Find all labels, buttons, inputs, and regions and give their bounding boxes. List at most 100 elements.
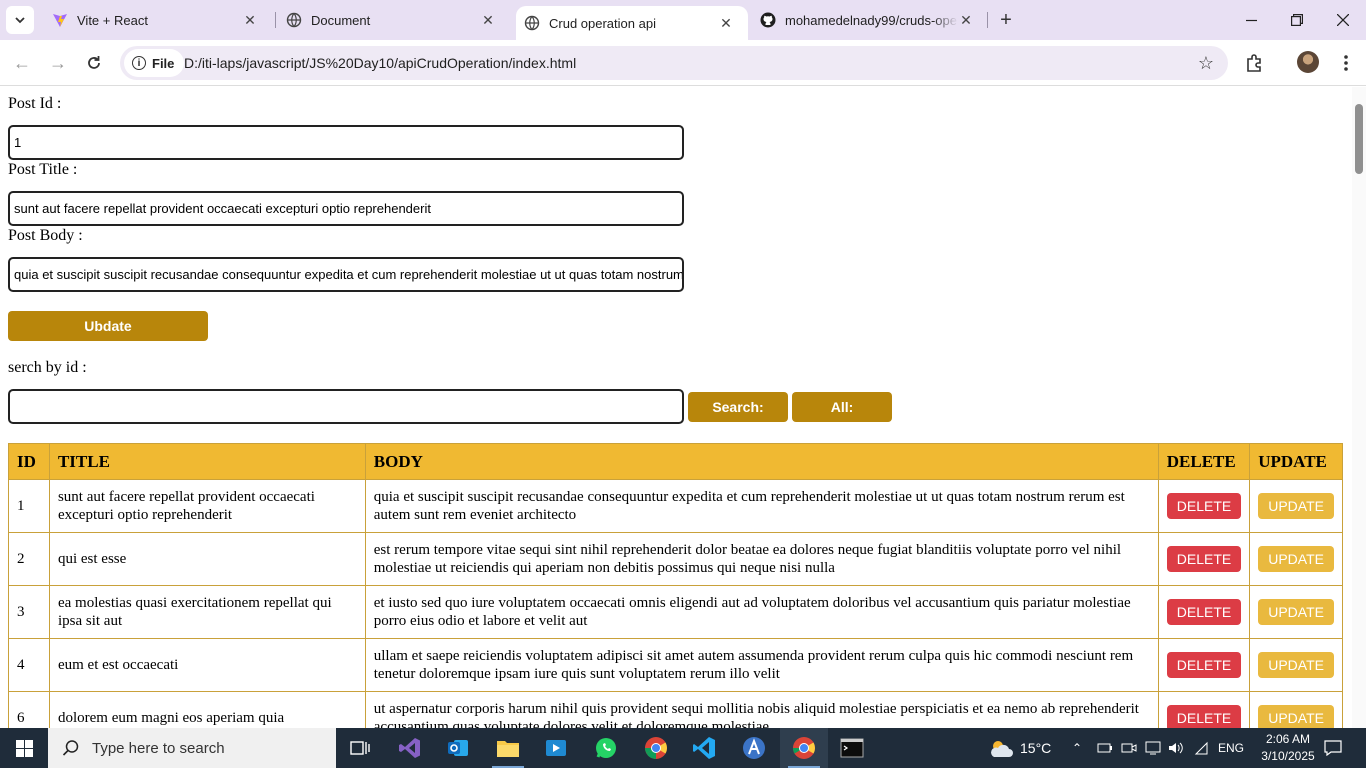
weather-widget[interactable]: 15°C (988, 728, 1051, 768)
close-window-button[interactable] (1320, 0, 1366, 40)
address-bar[interactable]: i File D:/iti-laps/javascript/JS%20Day10… (120, 46, 1228, 80)
update-button[interactable]: UPDATE (1258, 599, 1334, 625)
close-icon[interactable]: ✕ (480, 12, 496, 28)
delete-button[interactable]: DELETE (1166, 705, 1242, 728)
cell-body: quia et suscipit suscipit recusandae con… (364, 479, 1159, 533)
cell-update: UPDATE (1249, 479, 1343, 533)
browser-toolbar: ← → i File D:/iti-laps/javascript/JS%20D… (0, 40, 1366, 86)
close-icon[interactable]: ✕ (958, 12, 974, 28)
taskbar-app-launcher[interactable] (730, 728, 778, 768)
update-button[interactable]: UPDATE (1258, 493, 1334, 519)
weather-cloud-icon (991, 741, 1013, 757)
folder-icon (497, 741, 519, 757)
table-row: 4 eum et est occaecati ullam et saepe re… (8, 638, 1343, 692)
outlook-icon (448, 740, 468, 756)
extensions-button[interactable] (1243, 51, 1267, 75)
search-icon (62, 740, 79, 756)
delete-button[interactable]: DELETE (1166, 546, 1242, 572)
meet-now-icon[interactable] (1121, 728, 1137, 768)
task-view-button[interactable] (336, 728, 384, 768)
update-button[interactable]: UPDATE (1258, 546, 1334, 572)
tab-crud-operation-api[interactable]: Crud operation api ✕ (516, 6, 748, 40)
delete-button[interactable]: DELETE (1166, 599, 1242, 625)
new-tab-button[interactable]: + (994, 8, 1018, 32)
close-icon (1337, 14, 1349, 26)
minimize-button[interactable] (1228, 0, 1274, 40)
header-body: BODY (364, 443, 1159, 480)
taskbar-media-player[interactable] (532, 728, 580, 768)
network-display-icon[interactable] (1145, 728, 1161, 768)
header-id: ID (8, 443, 50, 480)
wifi-icon[interactable] (1194, 728, 1210, 768)
chrome-icon (645, 737, 667, 759)
cell-id: 3 (8, 585, 50, 639)
scrollbar-thumb[interactable] (1355, 104, 1363, 174)
post-id-input[interactable]: 1 (8, 125, 684, 160)
tab-github-repo[interactable]: mohamedelnady99/cruds-operation ✕ (752, 0, 984, 40)
clock-date: 3/10/2025 (1261, 749, 1315, 763)
avatar[interactable] (1297, 51, 1319, 73)
taskbar-whatsapp[interactable] (582, 728, 630, 768)
start-button[interactable] (0, 728, 48, 768)
info-icon: i (132, 56, 146, 70)
tab-search-button[interactable] (6, 6, 34, 34)
table-row: 6 dolorem eum magni eos aperiam quia ut … (8, 691, 1343, 728)
update-post-button[interactable]: Ubdate (8, 311, 208, 341)
url-text[interactable]: D:/iti-laps/javascript/JS%20Day10/apiCru… (184, 55, 576, 71)
menu-button[interactable] (1334, 51, 1358, 75)
post-title-input[interactable]: sunt aut facere repellat provident occae… (8, 191, 684, 226)
search-button[interactable]: Search: (688, 392, 788, 422)
volume-icon[interactable] (1168, 728, 1184, 768)
windows-logo-icon (15, 739, 33, 757)
file-label: File (152, 55, 175, 71)
close-icon[interactable]: ✕ (242, 12, 258, 28)
clock[interactable]: 2:06 AM 3/10/2025 (1256, 731, 1320, 765)
update-button[interactable]: UPDATE (1258, 705, 1334, 728)
battery-icon[interactable] (1097, 728, 1113, 768)
taskbar-file-explorer[interactable] (484, 728, 532, 768)
search-id-input[interactable] (8, 389, 684, 424)
cell-body: et iusto sed quo iure voluptatem occaeca… (364, 585, 1159, 639)
terminal-icon (840, 738, 864, 758)
taskbar-search-box[interactable]: Type here to search (48, 728, 336, 768)
update-button[interactable]: UPDATE (1258, 652, 1334, 678)
back-button[interactable]: ← (8, 49, 36, 77)
vscode-icon (693, 737, 715, 759)
plus-icon: + (1000, 8, 1012, 31)
star-icon[interactable]: ☆ (1198, 53, 1214, 74)
cell-id: 4 (8, 638, 50, 692)
page-scrollbar[interactable] (1352, 87, 1366, 728)
post-body-input[interactable]: quia et suscipit suscipit recusandae con… (8, 257, 684, 292)
taskbar-outlook[interactable] (434, 728, 482, 768)
tab-document[interactable]: Document ✕ (278, 0, 510, 40)
chevron-up-icon[interactable]: ⌃ (1072, 728, 1082, 768)
arrow-right-icon: → (49, 52, 67, 73)
tab-title: Crud operation api (549, 15, 656, 31)
language-indicator[interactable]: ENG (1218, 728, 1244, 768)
reload-button[interactable] (80, 49, 108, 77)
taskbar-chrome[interactable] (632, 728, 680, 768)
globe-icon (524, 15, 540, 31)
tab-title: mohamedelnady99/cruds-operation (785, 12, 958, 28)
taskbar-vscode[interactable] (680, 728, 728, 768)
close-icon[interactable]: ✕ (718, 15, 734, 31)
delete-button[interactable]: DELETE (1166, 652, 1242, 678)
tab-vite-react[interactable]: Vite + React ✕ (44, 0, 272, 40)
taskbar-chrome-active[interactable] (780, 728, 828, 768)
cell-body: est rerum tempore vitae sequi sint nihil… (364, 532, 1159, 586)
cell-title: ea molestias quasi exercitationem repell… (48, 585, 366, 639)
delete-button[interactable]: DELETE (1166, 493, 1242, 519)
restore-icon (1291, 14, 1303, 26)
taskbar-terminal[interactable] (828, 728, 876, 768)
restore-button[interactable] (1274, 0, 1320, 40)
site-info-chip[interactable]: i File (124, 49, 185, 77)
reload-icon (88, 56, 100, 69)
globe-icon (286, 12, 302, 28)
forward-button[interactable]: → (44, 49, 72, 77)
taskbar-visual-studio[interactable] (386, 728, 434, 768)
notifications-button[interactable] (1324, 728, 1342, 768)
cell-delete: DELETE (1157, 638, 1251, 692)
cell-delete: DELETE (1157, 532, 1251, 586)
all-button[interactable]: All: (792, 392, 892, 422)
cell-update: UPDATE (1249, 638, 1343, 692)
